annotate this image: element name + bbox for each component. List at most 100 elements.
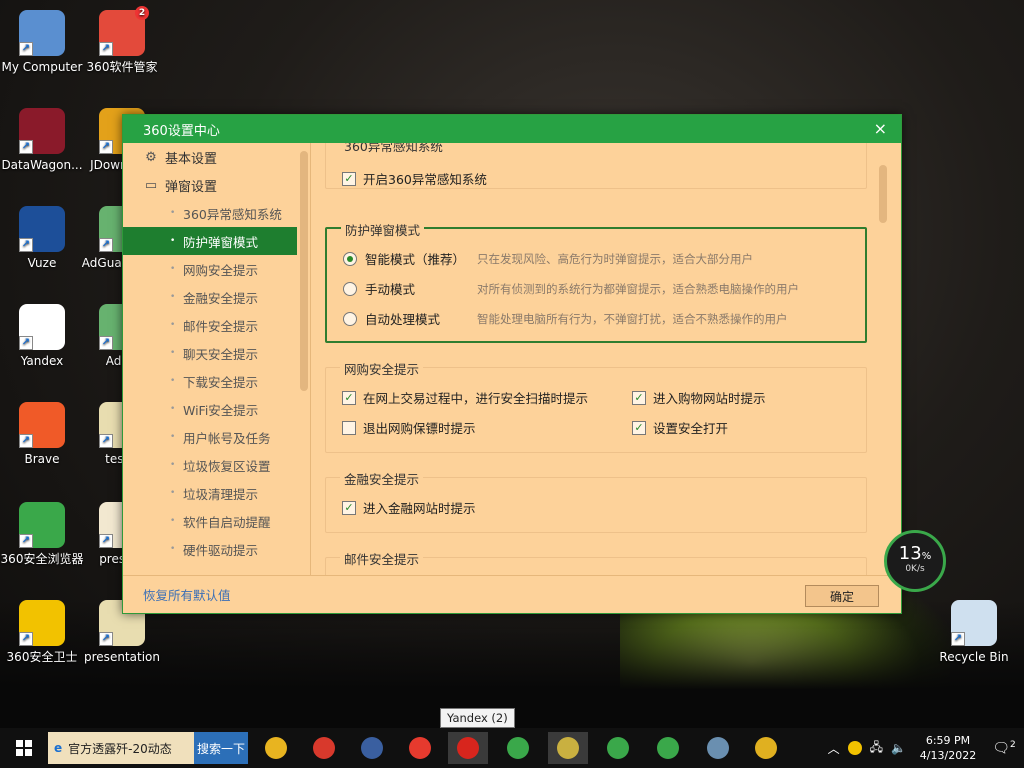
desktop-icon-360-security[interactable]: ↗ 360安全卫士: [0, 600, 84, 664]
taskbar-app-360-browser-taskbar[interactable]: [498, 732, 538, 764]
sidebar-item-label: 聊天安全提示: [183, 346, 259, 362]
start-button[interactable]: [0, 728, 48, 768]
clock[interactable]: 6:59 PM 4/13/2022: [912, 733, 984, 763]
checkbox-label: 退出网购保镖时提示: [363, 421, 476, 436]
desktop-icon-datawagon[interactable]: ↗ DataWagon...: [0, 108, 84, 172]
checkbox-enable-anomaly[interactable]: ✓ 开启360异常感知系统: [342, 169, 487, 188]
sidebar-group-label: 弹窗设置: [165, 179, 218, 195]
sidebar-item[interactable]: 下载安全提示: [123, 367, 310, 395]
checkbox-label: 进入购物网站时提示: [653, 391, 766, 406]
sidebar-item[interactable]: 邮件安全提示: [123, 311, 310, 339]
360-tray-icon[interactable]: [847, 741, 862, 755]
network-speed: 0K/s: [905, 564, 925, 574]
sidebar-group-popup[interactable]: ▭ 弹窗设置: [123, 171, 310, 199]
desktop-icon-yandex[interactable]: ↗ Yandex: [0, 304, 84, 368]
sidebar-item-label: 网购安全提示: [183, 262, 259, 278]
shortcut-arrow-icon: ↗: [99, 140, 113, 154]
desktop-icon-label: Vuze: [27, 256, 57, 270]
radio-desc: 对所有侦测到的系统行为都弹窗提示，适合熟悉电脑操作的用户: [477, 281, 799, 296]
radio-manual-mode[interactable]: 手动模式 对所有侦测到的系统行为都弹窗提示，适合熟悉电脑操作的用户: [343, 279, 799, 298]
sidebar-items: 360异常感知系统防护弹窗模式网购安全提示金融安全提示邮件安全提示聊天安全提示下…: [123, 199, 310, 563]
sidebar-item[interactable]: 用户帐号及任务: [123, 423, 310, 451]
section-title: 邮件安全提示: [340, 549, 424, 568]
sidebar-group-label: 基本设置: [165, 151, 218, 167]
search-button[interactable]: 搜索一下: [194, 732, 248, 764]
brave-icon: ↗: [19, 402, 65, 448]
shortcut-arrow-icon: ↗: [951, 632, 965, 646]
checkbox-shopping-scan[interactable]: ✓ 在网上交易过程中，进行安全扫描时提示: [342, 388, 588, 407]
sidebar-item[interactable]: 垃圾清理提示: [123, 479, 310, 507]
taskbar-app-360-box[interactable]: [746, 732, 786, 764]
checkbox-safe-open[interactable]: ✓ 设置安全打开: [632, 418, 728, 437]
notification-button[interactable]: 🗨2: [984, 740, 1024, 757]
window-footer: 恢复所有默认值 确定: [123, 575, 901, 613]
settings-window: 360设置中心 × ⚙ 基本设置 ▭ 弹窗设置 360异常感知系统防护弹窗模式网…: [122, 114, 902, 614]
taskbar-app-360-security-taskbar[interactable]: [598, 732, 638, 764]
yandex-browser-icon: [409, 737, 431, 759]
sidebar-item[interactable]: 软件自启动提醒: [123, 507, 310, 535]
taskbar-app-network-app[interactable]: [698, 732, 738, 764]
desktop-icon-vuze[interactable]: ↗ Vuze: [0, 206, 84, 270]
window-icon: ▭: [144, 177, 158, 193]
sidebar-item[interactable]: WiFi安全提示: [123, 395, 310, 423]
sidebar-item[interactable]: 360异常感知系统: [123, 199, 310, 227]
sidebar-item-label: 360异常感知系统: [183, 206, 282, 222]
taskbar-app-notepad[interactable]: [548, 732, 588, 764]
taskbar-app-yandex-taskbar[interactable]: [448, 732, 488, 764]
sidebar-item-label: 防护弹窗模式: [183, 234, 259, 250]
close-icon[interactable]: ×: [874, 119, 887, 138]
taskbar-app-file-explorer[interactable]: [256, 732, 296, 764]
checkbox-enter-shopping[interactable]: ✓ 进入购物网站时提示: [632, 388, 766, 407]
yandex-taskbar-icon: [457, 737, 479, 759]
360-security-icon: ↗: [19, 600, 65, 646]
chevron-up-icon[interactable]: ︿: [828, 740, 840, 757]
chrome-icon: [313, 737, 335, 759]
taskbar-search-input[interactable]: e 官方透露歼-20动态: [48, 732, 194, 764]
desktop-icon-label: presentation: [84, 650, 160, 664]
radio-auto-mode[interactable]: 自动处理模式 智能处理电脑所有行为，不弹窗打扰，适合不熟悉操作的用户: [343, 309, 788, 328]
network-icon[interactable]: 🖧: [870, 738, 883, 759]
360-browser-icon: ↗: [19, 502, 65, 548]
settings-content: 360异常感知系统 ✓ 开启360异常感知系统 防护弹窗模式 智能模式（推荐） …: [313, 143, 901, 575]
checkbox-icon: [342, 420, 356, 435]
restore-defaults-link[interactable]: 恢复所有默认值: [143, 585, 231, 604]
computer-icon: ↗: [19, 10, 65, 56]
sidebar-item[interactable]: 金融安全提示: [123, 283, 310, 311]
desktop-icon-360-software[interactable]: 2 ↗ 360软件管家: [80, 6, 164, 74]
sidebar-item[interactable]: 网购安全提示: [123, 255, 310, 283]
sidebar-item[interactable]: 硬件驱动提示: [123, 535, 310, 563]
window-titlebar[interactable]: 360设置中心 ×: [123, 115, 901, 143]
radio-icon: [343, 311, 357, 326]
sidebar-group-basic[interactable]: ⚙ 基本设置: [123, 143, 310, 171]
checkbox-icon: ✓: [342, 390, 356, 405]
desktop-icon-brave[interactable]: ↗ Brave: [0, 402, 84, 466]
radio-desc: 智能处理电脑所有行为，不弹窗打扰，适合不熟悉操作的用户: [477, 311, 788, 326]
sidebar-item[interactable]: 防护弹窗模式: [123, 227, 297, 255]
search-text: 官方透露歼-20动态: [68, 741, 172, 756]
desktop-icon-360-browser[interactable]: ↗ 360安全浏览器: [0, 502, 84, 566]
radio-icon: [343, 281, 357, 296]
desktop-icon-label: Yandex: [20, 354, 64, 368]
checkbox-icon: ✓: [632, 420, 646, 435]
taskbar-app-yandex-browser[interactable]: [400, 732, 440, 764]
checkbox-label: 开启360异常感知系统: [363, 172, 487, 187]
taskbar-app-360-plus[interactable]: [648, 732, 688, 764]
taskbar-app-chrome[interactable]: [304, 732, 344, 764]
360-plus-icon: [657, 737, 679, 759]
desktop-icon-recycle-bin[interactable]: ↗ Recycle Bin: [932, 600, 1016, 664]
radio-label: 自动处理模式: [365, 312, 441, 327]
taskbar-app-app-bird[interactable]: [352, 732, 392, 764]
ok-button[interactable]: 确定: [805, 585, 879, 607]
vuze-icon: ↗: [19, 206, 65, 252]
content-scrollbar[interactable]: [879, 165, 887, 223]
radio-smart-mode[interactable]: 智能模式（推荐） 只在发现风险、高危行为时弹窗提示，适合大部分用户: [343, 249, 753, 268]
checkbox-exit-shopping-guard[interactable]: 退出网购保镖时提示: [342, 418, 476, 437]
sidebar-item[interactable]: 聊天安全提示: [123, 339, 310, 367]
volume-icon[interactable]: 🔈: [891, 741, 906, 755]
taskbar: e 官方透露歼-20动态 搜索一下 ︿ 🖧 🔈 6:59 PM 4/13/202…: [0, 728, 1024, 768]
sidebar-scrollbar[interactable]: [300, 151, 308, 391]
network-speed-widget[interactable]: 13% 0K/s: [884, 530, 946, 592]
desktop-icon-computer[interactable]: ↗ My Computer: [0, 10, 84, 74]
checkbox-enter-finance[interactable]: ✓ 进入金融网站时提示: [342, 498, 476, 517]
sidebar-item[interactable]: 垃圾恢复区设置: [123, 451, 310, 479]
